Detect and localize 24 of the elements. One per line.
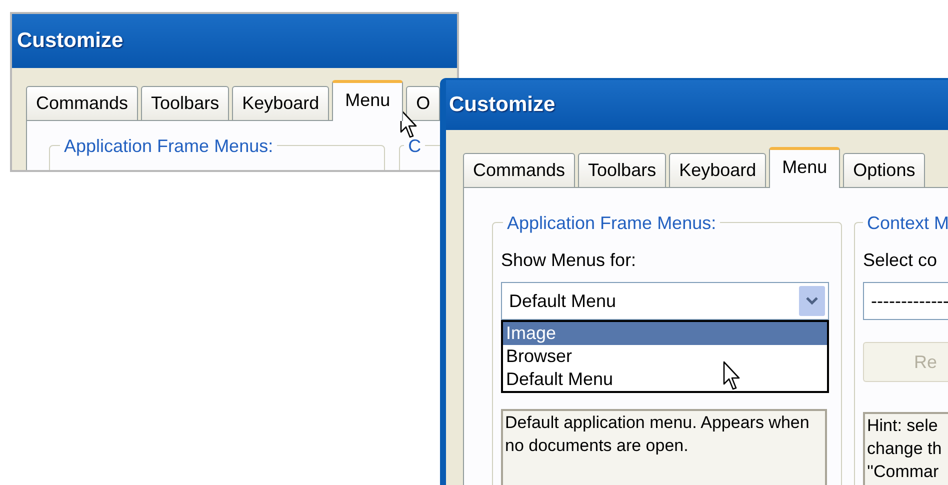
tab[interactable]: Menu — [769, 147, 840, 188]
window-title: Customize — [449, 92, 556, 118]
dropdown-field[interactable]: ------------- — [863, 282, 948, 320]
tab[interactable]: Menu — [332, 80, 404, 121]
dropdown-field[interactable]: Default Menu — [501, 282, 829, 320]
hint-text-line: ''Commar — [867, 461, 940, 483]
tab[interactable]: Toolbars — [141, 86, 230, 120]
tab[interactable]: Toolbars — [578, 153, 666, 187]
group-title: Application Frame Menus: — [60, 136, 278, 156]
tab[interactable]: Commands — [463, 153, 576, 187]
chevron-down-icon[interactable] — [799, 286, 825, 316]
field-label: Select co — [863, 249, 938, 272]
field-label: Show Menus for: — [501, 249, 638, 272]
tab[interactable]: O — [406, 86, 440, 120]
description-box: Default application menu. Appears when no documents are open. — [501, 409, 827, 485]
tab[interactable]: Keyboard — [669, 153, 766, 187]
group-title: Application Frame Menus: — [503, 213, 720, 233]
window-title: Customize — [17, 28, 124, 54]
hint-text-line: Hint: sele — [867, 415, 939, 437]
hint-text-line: change th — [867, 438, 943, 460]
tab[interactable]: Options — [843, 153, 926, 187]
tab[interactable]: Keyboard — [232, 86, 330, 120]
dropdown-option[interactable]: Image — [503, 322, 827, 345]
tab[interactable]: Commands — [26, 86, 138, 120]
